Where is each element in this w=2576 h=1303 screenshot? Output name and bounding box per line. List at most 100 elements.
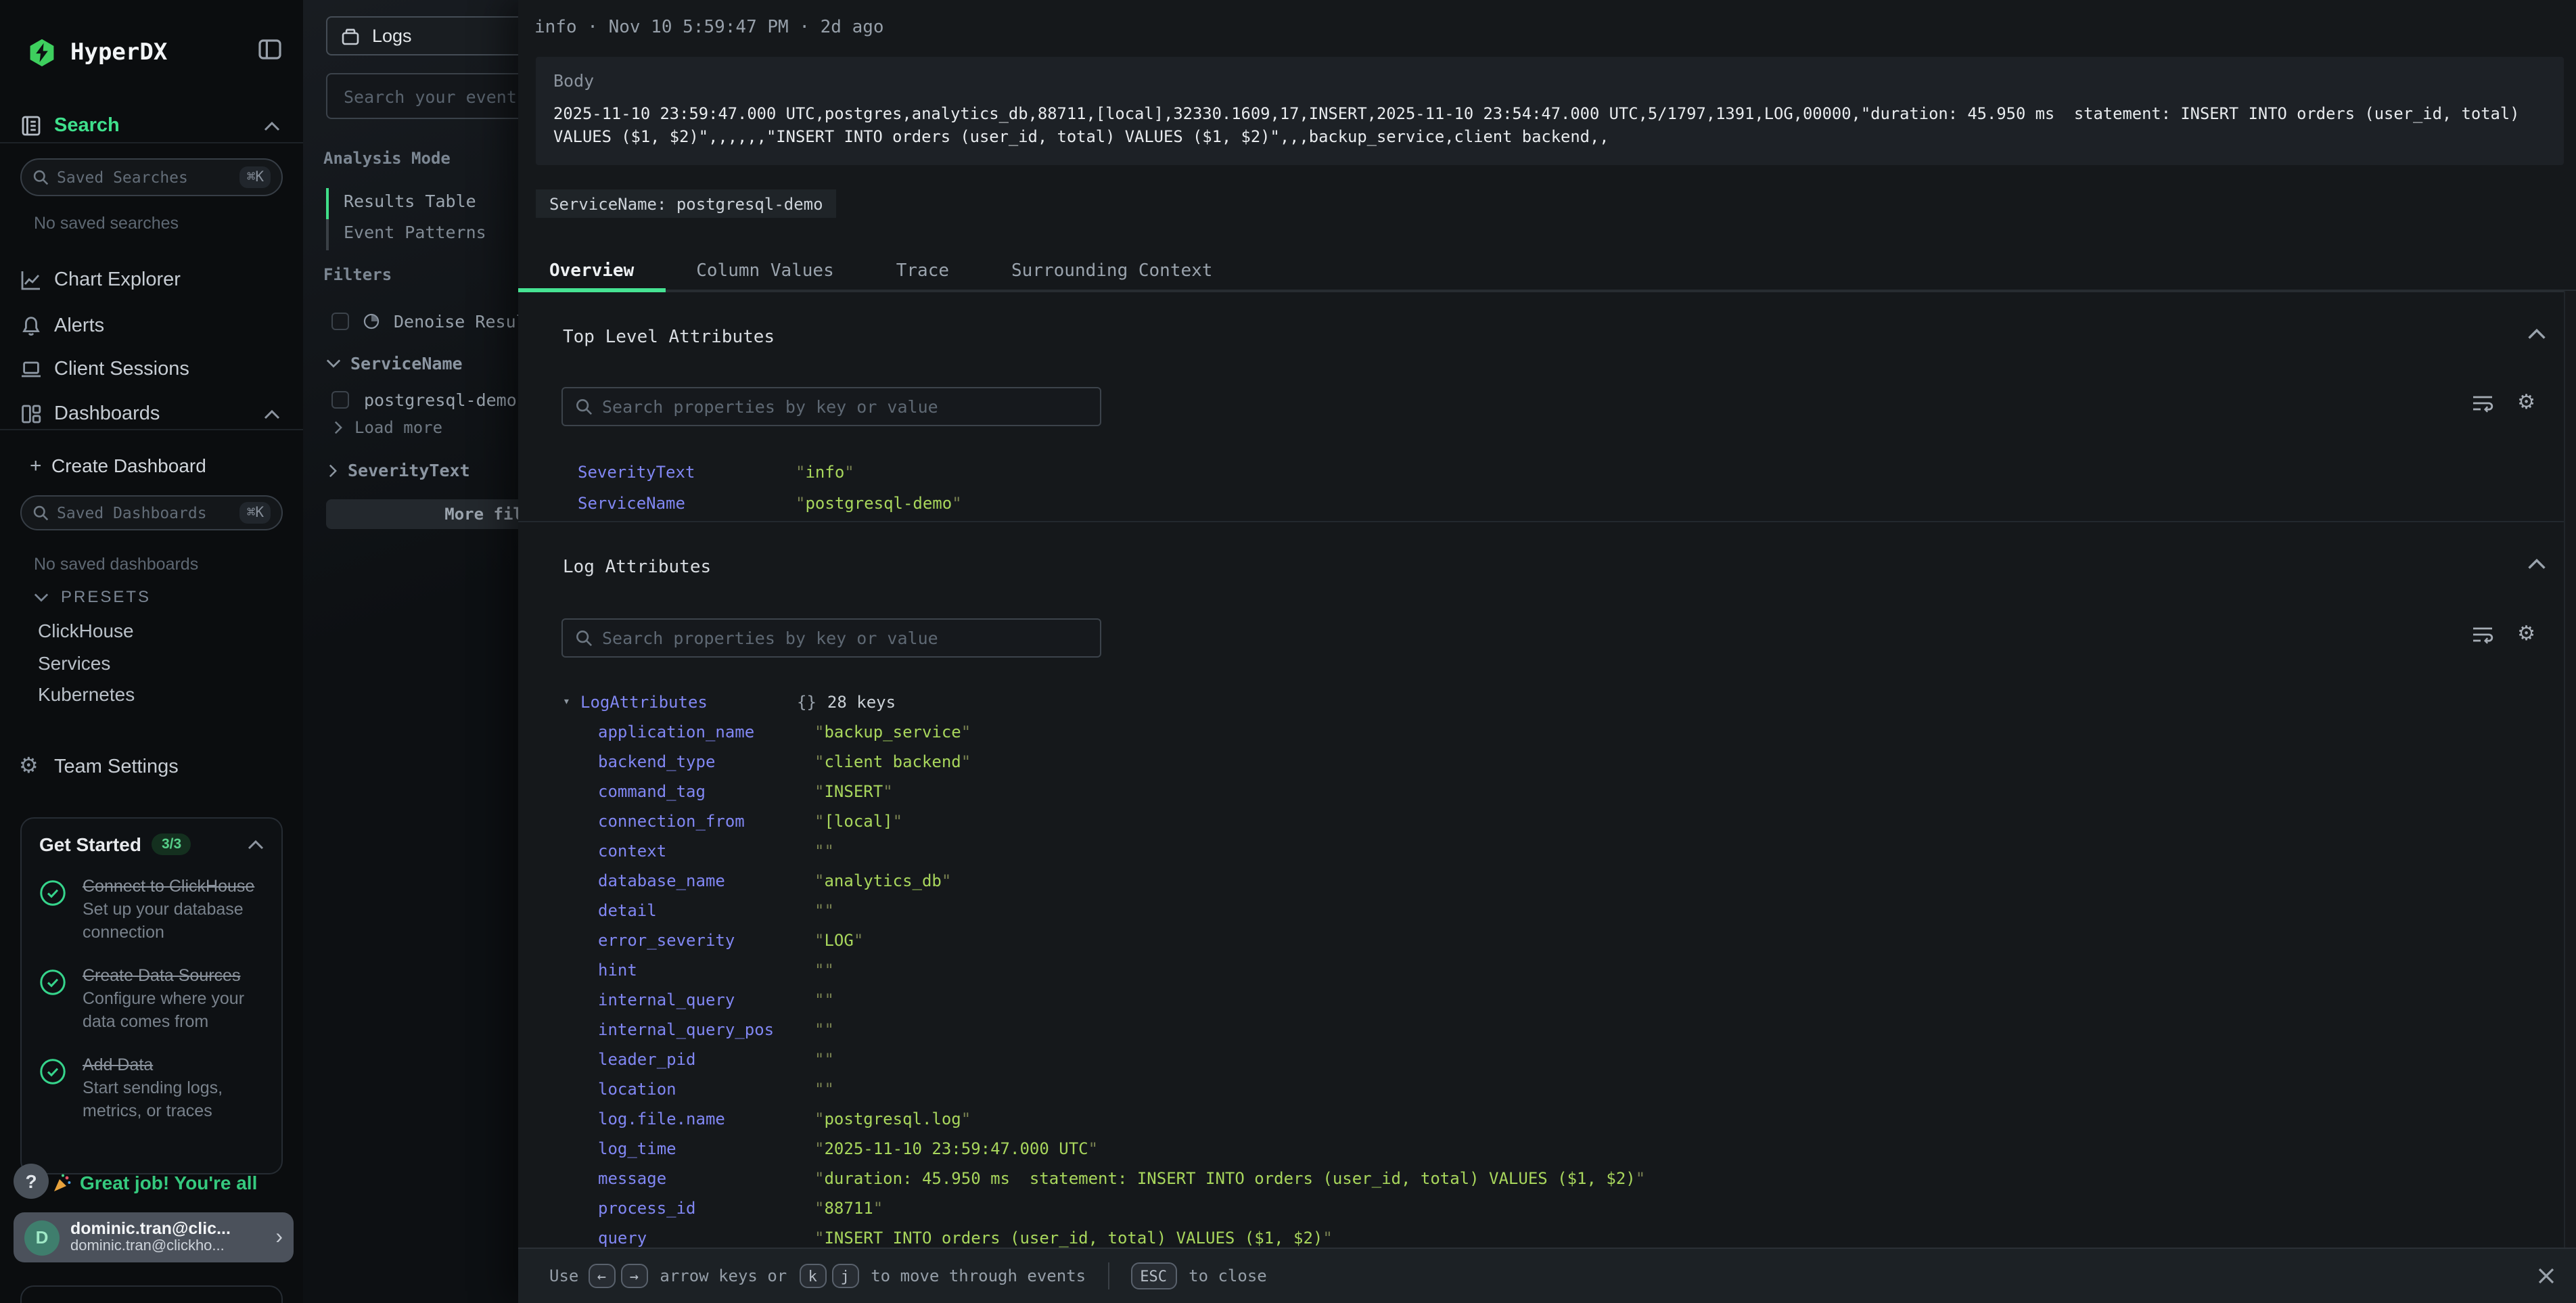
attribute-key[interactable]: leader_pid — [598, 1050, 814, 1069]
attribute-row[interactable]: context"" — [518, 836, 2576, 866]
attribute-key[interactable]: connection_from — [598, 812, 814, 831]
attribute-row[interactable]: command_tag"INSERT" — [518, 777, 2576, 806]
preset-clickhouse[interactable]: ClickHouse — [38, 620, 134, 641]
help-button[interactable]: ? — [14, 1164, 49, 1199]
attribute-key[interactable]: log_time — [598, 1139, 814, 1158]
attribute-row[interactable]: location"" — [518, 1074, 2576, 1104]
top-level-search-input[interactable] — [593, 395, 1088, 418]
attribute-value[interactable]: "backup_service" — [814, 723, 971, 741]
attribute-value[interactable]: "postgresql-demo" — [796, 493, 962, 512]
attribute-key[interactable]: hint — [598, 961, 814, 980]
attribute-value[interactable]: "info" — [796, 462, 854, 481]
attribute-value[interactable]: "" — [814, 1020, 834, 1039]
app-logo[interactable]: HyperDX — [27, 38, 167, 68]
twisty-icon[interactable]: ▾ — [563, 695, 570, 709]
top-level-search-box[interactable] — [561, 387, 1101, 426]
attribute-value[interactable]: "88711" — [814, 1199, 883, 1218]
tab-surrounding-context[interactable]: Surrounding Context — [980, 252, 1243, 290]
denoise-filter-row[interactable]: Denoise Results — [331, 311, 547, 332]
log-attributes-search-input[interactable] — [593, 626, 1088, 649]
log-attributes-search-box[interactable] — [561, 618, 1101, 658]
get-started-step[interactable]: Connect to ClickHouse Set up your databa… — [39, 875, 264, 944]
sidebar-item-dashboards[interactable]: Dashboards — [0, 394, 303, 434]
attribute-row[interactable]: internal_query_pos"" — [518, 1015, 2576, 1045]
saved-dashboards-field[interactable] — [49, 503, 240, 522]
attribute-row[interactable]: database_name"analytics_db" — [518, 866, 2576, 896]
attribute-parent-row[interactable]: ▾LogAttributes{}28 keys — [518, 687, 2576, 717]
preset-services[interactable]: Services — [38, 652, 110, 674]
attribute-key[interactable]: log.file.name — [598, 1110, 814, 1128]
tab-overview[interactable]: Overview — [518, 252, 665, 290]
attribute-value[interactable]: "" — [814, 901, 834, 920]
denoise-checkbox[interactable] — [331, 313, 349, 330]
attribute-key[interactable]: message — [598, 1169, 814, 1188]
saved-dashboards-input[interactable]: ⌘K — [20, 495, 283, 530]
mode-results-table[interactable]: Results Table — [344, 191, 476, 211]
attribute-row[interactable]: internal_query"" — [518, 985, 2576, 1015]
service-name-tag[interactable]: ServiceName: postgresql-demo — [536, 189, 837, 218]
presets-toggle[interactable]: PRESETS — [34, 587, 151, 606]
filter-group-severitytext[interactable]: SeverityText — [329, 460, 470, 480]
wrap-lines-icon[interactable] — [2471, 393, 2493, 412]
attribute-row[interactable]: error_severity"LOG" — [518, 925, 2576, 955]
chevron-up-icon[interactable] — [264, 121, 280, 131]
filter-group-servicename[interactable]: ServiceName — [326, 353, 463, 373]
attribute-value[interactable]: "LOG" — [814, 931, 863, 950]
attribute-row[interactable]: application_name"backup_service" — [518, 717, 2576, 747]
attribute-row[interactable]: connection_from"[local]" — [518, 806, 2576, 836]
sidebar-collapse-icon[interactable] — [258, 39, 281, 60]
attribute-value[interactable]: "2025-11-10 23:59:47.000 UTC" — [814, 1139, 1098, 1158]
sidebar-item-search[interactable]: Search — [0, 106, 303, 146]
get-started-step[interactable]: Add Data Start sending logs, metrics, or… — [39, 1054, 264, 1123]
saved-searches-input[interactable]: ⌘K — [20, 158, 283, 196]
attribute-row[interactable]: leader_pid"" — [518, 1045, 2576, 1074]
attribute-key[interactable]: context — [598, 842, 814, 861]
attribute-row[interactable]: SeverityText"info" — [518, 456, 2576, 487]
sidebar-item-client-sessions[interactable]: Client Sessions — [0, 349, 303, 390]
preset-kubernetes[interactable]: Kubernetes — [38, 683, 135, 705]
attribute-key[interactable]: internal_query — [598, 990, 814, 1009]
attribute-key[interactable]: backend_type — [598, 752, 814, 771]
filter-value-row[interactable]: postgresql-demo — [331, 390, 517, 410]
body-text[interactable]: 2025-11-10 23:59:47.000 UTC,postgres,ana… — [553, 103, 2546, 149]
wrap-lines-icon[interactable] — [2471, 624, 2493, 643]
attribute-value[interactable]: "client backend" — [814, 752, 971, 771]
sidebar-item-team-settings[interactable]: ⚙ Team Settings — [0, 747, 303, 787]
load-more-button[interactable]: Load more — [334, 418, 442, 437]
sidebar-item-alerts[interactable]: Alerts — [0, 306, 303, 346]
attribute-row[interactable]: message"duration: 45.950 ms statement: I… — [518, 1164, 2576, 1193]
attribute-value[interactable]: "" — [814, 961, 834, 980]
attribute-row[interactable]: process_id"88711" — [518, 1193, 2576, 1223]
attribute-value[interactable]: "duration: 45.950 ms statement: INSERT I… — [814, 1169, 1645, 1188]
attribute-value[interactable]: "" — [814, 990, 834, 1009]
user-account-button[interactable]: D dominic.tran@clic... dominic.tran@clic… — [14, 1212, 294, 1262]
attribute-row[interactable]: log.file.name"postgresql.log" — [518, 1104, 2576, 1134]
attribute-value[interactable]: "[local]" — [814, 812, 902, 831]
attribute-value[interactable]: "analytics_db" — [814, 871, 951, 890]
attribute-key[interactable]: detail — [598, 901, 814, 920]
attribute-key[interactable]: location — [598, 1080, 814, 1099]
gear-icon[interactable]: ⚙ — [2517, 624, 2535, 644]
tab-column-values[interactable]: Column Values — [665, 252, 865, 290]
saved-searches-field[interactable] — [49, 168, 240, 187]
attribute-key[interactable]: SeverityText — [578, 462, 796, 481]
attribute-key[interactable]: error_severity — [598, 931, 814, 950]
attribute-key[interactable]: database_name — [598, 871, 814, 890]
attribute-value[interactable]: "INSERT INTO orders (user_id, total) VAL… — [814, 1229, 1333, 1248]
attribute-row[interactable]: detail"" — [518, 896, 2576, 925]
attribute-row[interactable]: log_time"2025-11-10 23:59:47.000 UTC" — [518, 1134, 2576, 1164]
create-dashboard-button[interactable]: + Create Dashboard — [0, 448, 303, 483]
panel-scrollbar[interactable] — [2564, 291, 2576, 1249]
attribute-value[interactable]: "postgresql.log" — [814, 1110, 971, 1128]
collapse-section-icon[interactable] — [2527, 329, 2546, 340]
gear-icon[interactable]: ⚙ — [2517, 392, 2535, 413]
sidebar-item-chart-explorer[interactable]: Chart Explorer — [0, 260, 303, 300]
attribute-row[interactable]: backend_type"client backend" — [518, 747, 2576, 777]
attribute-key[interactable]: application_name — [598, 723, 814, 741]
attribute-row[interactable]: ServiceName"postgresql-demo" — [518, 487, 2576, 518]
attribute-value[interactable]: "INSERT" — [814, 782, 893, 801]
chevron-up-icon[interactable] — [264, 409, 280, 419]
attribute-value[interactable]: "" — [814, 842, 834, 861]
chevron-up-icon[interactable] — [248, 840, 264, 849]
attribute-value[interactable]: "" — [814, 1050, 834, 1069]
